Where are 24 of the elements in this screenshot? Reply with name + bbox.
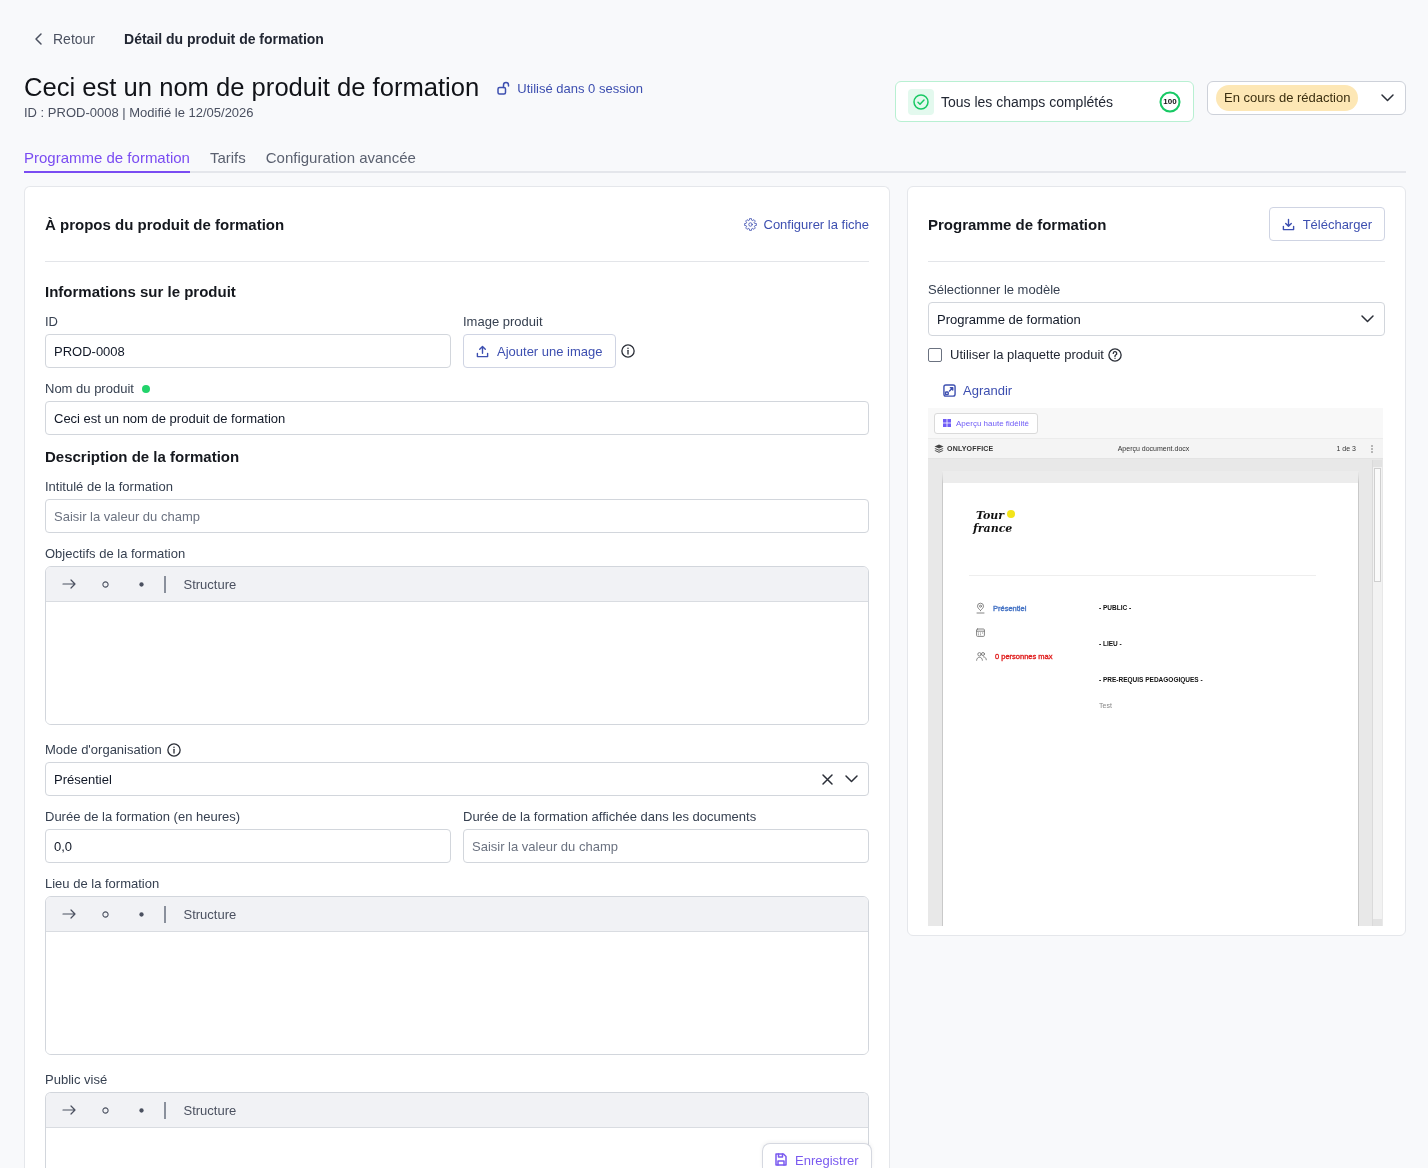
field-label: Image produit <box>463 313 543 330</box>
field-label: ID <box>45 313 58 330</box>
completeness-label: Tous les champs complétés <box>941 93 1114 110</box>
field-label: Lieu de la formation <box>45 875 160 892</box>
checkbox-label: Utiliser la plaquette produit <box>950 347 1104 363</box>
status-badge: En cours de rédaction <box>1216 85 1359 111</box>
field-label: Objectifs de la formation <box>45 545 186 562</box>
field-label: Nom du produit <box>45 380 134 397</box>
section-heading: Description de la formation <box>45 447 241 467</box>
field-label: Durée de la formation affichée dans les documents <box>463 808 757 825</box>
page-title: Ceci est un nom de produit de formation <box>24 72 480 103</box>
field-label: Public visé <box>45 1071 108 1088</box>
field-label: Intitulé de la formation <box>45 478 173 495</box>
section-heading: Informations sur le produit <box>45 282 237 302</box>
logo-text: Tour <box>976 509 1005 522</box>
field-label: Mode d'organisation <box>45 741 162 758</box>
logo-text: france <box>973 522 1013 535</box>
field-label: Durée de la formation (en heures) <box>45 808 241 825</box>
breadcrumb-current: Détail du produit de formation <box>124 31 324 47</box>
product-meta: ID : PROD-0008 | Modifié le 12/05/2026 <box>24 104 255 122</box>
card-title: À propos du produit de formation <box>45 215 285 233</box>
field-label: Sélectionner le modèle <box>928 281 1061 298</box>
card-title: Programme de formation <box>928 215 1107 233</box>
score-ring: 100 <box>1159 90 1181 113</box>
